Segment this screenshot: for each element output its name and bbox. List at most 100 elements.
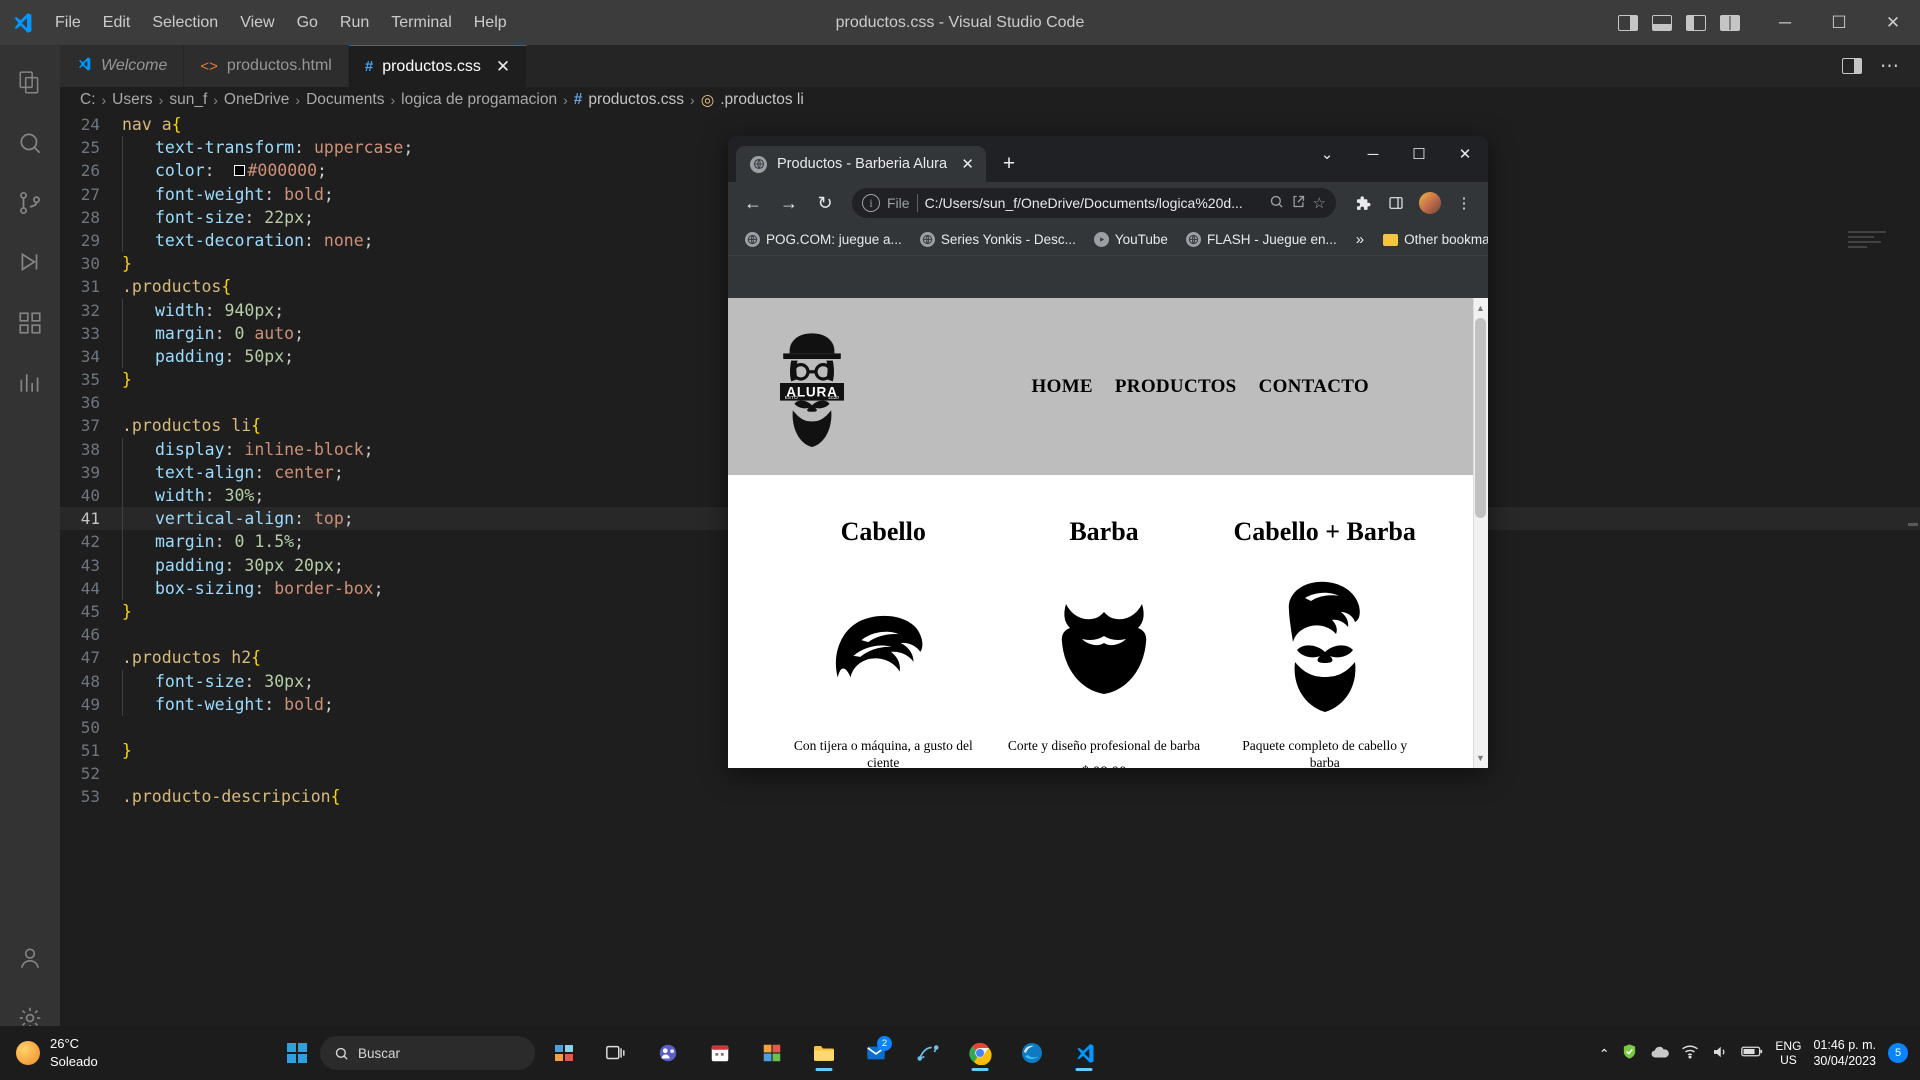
show-hidden-icons-chevron[interactable]: ⌃ (1599, 1046, 1609, 1061)
breadcrumb-onedrive[interactable]: OneDrive (224, 91, 289, 109)
vscode-icon[interactable] (1061, 1032, 1107, 1074)
bookmark-item[interactable]: Series Yonkis - Desc... (913, 229, 1083, 250)
bookmark-item[interactable]: POG.COM: juegue a... (738, 229, 909, 250)
task-view-icon[interactable] (593, 1032, 639, 1074)
breadcrumb-symbol[interactable]: .productos li (720, 91, 804, 109)
other-bookmarks-folder[interactable]: Other bookmarks (1376, 229, 1488, 250)
tab-close-icon[interactable]: ✕ (961, 155, 974, 173)
chrome-menu-icon[interactable]: ⋮ (1450, 189, 1478, 217)
clock[interactable]: 01:46 p. m. 30/04/2023 (1813, 1037, 1876, 1070)
edge-icon[interactable] (1009, 1032, 1055, 1074)
menu-view[interactable]: View (229, 10, 285, 36)
menu-terminal[interactable]: Terminal (380, 10, 462, 36)
windows-taskbar[interactable]: 26°C Soleado Buscar 2 ⌃ ENG US 01:46 p. … (0, 1026, 1920, 1080)
window-controls[interactable]: ─ ☐ ✕ (1758, 0, 1920, 45)
tab-productos-css[interactable]: # productos.css ✕ (348, 45, 528, 87)
battery-icon[interactable] (1741, 1045, 1763, 1061)
notification-count-badge[interactable]: 5 (1888, 1043, 1908, 1063)
code-line[interactable]: 53 .producto-descripcion{ (60, 785, 1920, 808)
split-editor-icon[interactable] (1842, 58, 1862, 74)
scroll-down-icon[interactable]: ▼ (1475, 751, 1486, 765)
tab-productos-html[interactable]: <> productos.html (184, 45, 349, 87)
editor-scrollbar[interactable] (1908, 523, 1918, 526)
menu-help[interactable]: Help (463, 10, 518, 36)
extensions-puzzle-icon[interactable] (1348, 189, 1376, 217)
breadcrumb-drive[interactable]: C: (80, 91, 96, 109)
more-actions-icon[interactable]: ⋯ (1880, 55, 1900, 78)
customize-layout-icon[interactable] (1720, 14, 1740, 31)
back-button[interactable]: ← (738, 188, 768, 218)
antivirus-icon[interactable] (1621, 1043, 1638, 1063)
menu-file[interactable]: File (44, 10, 92, 36)
breadcrumb-folder[interactable]: logica de progamacion (401, 91, 557, 109)
toggle-primary-sidebar-icon[interactable] (1618, 14, 1638, 31)
store-icon[interactable] (749, 1032, 795, 1074)
source-control-icon[interactable] (0, 173, 60, 233)
minimize-button[interactable]: ─ (1350, 136, 1396, 172)
vpn-icon[interactable] (905, 1032, 951, 1074)
bookmark-star-icon[interactable]: ☆ (1313, 194, 1326, 212)
start-windows-icon[interactable] (280, 1036, 314, 1070)
editor-actions[interactable]: ⋯ (1842, 45, 1920, 87)
language-indicator[interactable]: ENG US (1775, 1039, 1801, 1068)
widgets-icon[interactable] (541, 1032, 587, 1074)
file-explorer-icon[interactable] (801, 1032, 847, 1074)
scroll-up-icon[interactable]: ▲ (1475, 301, 1486, 315)
onedrive-cloud-icon[interactable] (1650, 1045, 1670, 1062)
maximize-button[interactable]: ☐ (1812, 0, 1866, 45)
nav-link-productos[interactable]: PRODUCTOS (1115, 376, 1237, 398)
teams-icon[interactable] (645, 1032, 691, 1074)
weather-widget[interactable]: 26°C Soleado (0, 1035, 230, 1070)
tab-welcome[interactable]: Welcome (60, 45, 185, 87)
toggle-panel-icon[interactable] (1652, 14, 1672, 31)
breadcrumb-documents[interactable]: Documents (306, 91, 384, 109)
share-icon[interactable] (1291, 194, 1306, 213)
account-icon[interactable] (0, 928, 60, 988)
explorer-icon[interactable] (0, 53, 60, 113)
breadcrumb-user[interactable]: sun_f (169, 91, 207, 109)
site-info-icon[interactable]: i (862, 194, 880, 212)
menu-go[interactable]: Go (286, 10, 329, 36)
bookmark-item[interactable]: YouTube (1087, 229, 1175, 250)
minimize-button[interactable]: ─ (1758, 0, 1812, 45)
page-scrollbar[interactable]: ▲ ▼ (1473, 298, 1488, 768)
new-tab-button[interactable]: + (994, 149, 1024, 179)
breadcrumb-users[interactable]: Users (112, 91, 152, 109)
volume-icon[interactable] (1711, 1044, 1729, 1063)
chrome-window-controls[interactable]: ⌄ ─ ☐ ✕ (1304, 136, 1488, 182)
close-button[interactable]: ✕ (1866, 0, 1920, 45)
wifi-icon[interactable] (1681, 1044, 1699, 1062)
reload-button[interactable]: ↻ (810, 188, 840, 218)
code-line[interactable]: 24 nav a{ (60, 113, 1920, 136)
menu-selection[interactable]: Selection (141, 10, 229, 36)
bookmarks-overflow-icon[interactable]: » (1348, 231, 1372, 248)
profile-avatar-icon[interactable] (1416, 189, 1444, 217)
chrome-icon[interactable] (957, 1032, 1003, 1074)
browser-tab[interactable]: Productos - Barberia Alura ✕ (736, 146, 986, 182)
search-icon[interactable] (0, 113, 60, 173)
site-nav[interactable]: HOME PRODUCTOS CONTACTO (1032, 376, 1444, 398)
editor-tabs[interactable]: Welcome <> productos.html # productos.cs… (60, 45, 1920, 87)
url-text[interactable]: C:/Users/sun_f/OneDrive/Documents/logica… (925, 195, 1262, 211)
editor-layout-icons[interactable] (1618, 0, 1740, 45)
breadcrumb[interactable]: C: › Users › sun_f › OneDrive › Document… (60, 87, 1920, 113)
maximize-button[interactable]: ☐ (1396, 136, 1442, 172)
menu-edit[interactable]: Edit (92, 10, 142, 36)
extensions-icon[interactable] (0, 293, 60, 353)
taskbar-apps[interactable]: Buscar 2 (280, 1032, 1107, 1074)
search-zoom-icon[interactable] (1269, 194, 1284, 213)
breadcrumb-file[interactable]: productos.css (588, 91, 684, 109)
side-panel-icon[interactable] (1382, 189, 1410, 217)
tab-close-icon[interactable]: ✕ (496, 57, 510, 77)
run-and-debug-icon[interactable] (0, 233, 60, 293)
minimap[interactable] (1848, 231, 1912, 261)
tab-search-icon[interactable]: ⌄ (1304, 136, 1350, 172)
bookmarks-bar[interactable]: POG.COM: juegue a... Series Yonkis - Des… (728, 224, 1488, 256)
address-bar[interactable]: i File C:/Users/sun_f/OneDrive/Documents… (852, 188, 1336, 218)
mail-icon[interactable]: 2 (853, 1032, 899, 1074)
menubar[interactable]: File Edit Selection View Go Run Terminal… (44, 10, 518, 36)
activity-bar[interactable] (0, 45, 60, 1048)
toggle-secondary-sidebar-icon[interactable] (1686, 14, 1706, 31)
nav-link-home[interactable]: HOME (1032, 376, 1093, 398)
search-input[interactable]: Buscar (320, 1036, 535, 1070)
